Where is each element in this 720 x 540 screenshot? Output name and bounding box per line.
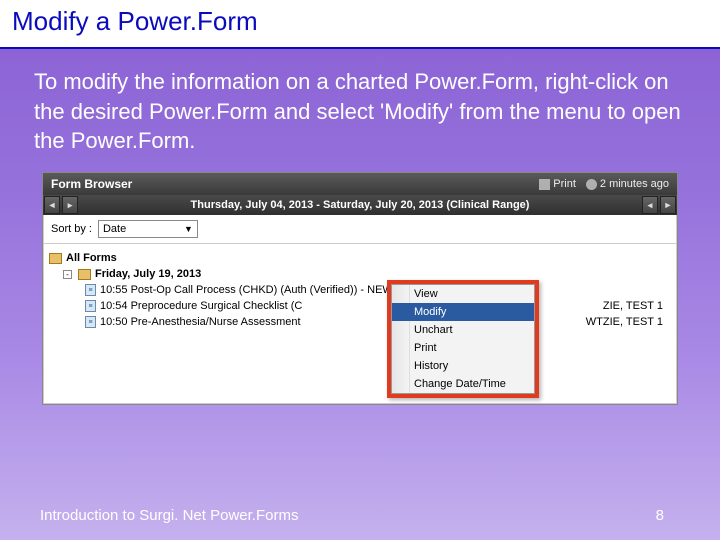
form-icon: ≡ (85, 300, 96, 312)
ctx-label: History (414, 360, 448, 372)
nav-prev-fast-button[interactable]: ◄ (44, 196, 60, 214)
ctx-label: Change Date/Time (414, 378, 506, 390)
tree-day-label: Friday, July 19, 2013 (95, 268, 201, 280)
sort-dropdown[interactable]: Date ▼ (98, 220, 198, 238)
ctx-print[interactable]: Print (392, 339, 534, 357)
date-range-text: Thursday, July 04, 2013 - Saturday, July… (79, 199, 641, 211)
ctx-view[interactable]: View (392, 285, 534, 303)
tree-root-label: All Forms (66, 252, 117, 264)
form-entry[interactable]: ≡ 10:54 Preprocedure Surgical Checklist … (49, 298, 671, 314)
tree-root[interactable]: All Forms (49, 250, 671, 266)
forms-tree: All Forms - Friday, July 19, 2013 ≡ 10:5… (43, 244, 677, 404)
ctx-label: Print (414, 342, 437, 354)
ctx-label: Unchart (414, 324, 453, 336)
form-icon: ≡ (85, 316, 96, 328)
form-entry-extra: ZIE, TEST 1 (603, 300, 663, 312)
tree-day[interactable]: - Friday, July 19, 2013 (49, 266, 671, 282)
sort-label: Sort by : (51, 223, 92, 235)
form-browser-title: Form Browser (51, 177, 132, 191)
sort-row: Sort by : Date ▼ (43, 215, 677, 244)
nav-next-fast-button[interactable]: ► (660, 196, 676, 214)
form-entry-label: 10:54 Preprocedure Surgical Checklist (C (100, 300, 302, 312)
slide-title-bar: Modify a Power.Form (0, 0, 720, 49)
slide-instructions: To modify the information on a charted P… (0, 49, 720, 172)
nav-next-button[interactable]: ◂ (642, 196, 658, 214)
ctx-history[interactable]: History (392, 357, 534, 375)
context-menu: View Modify Unchart Print History Change… (387, 280, 539, 398)
form-browser-header: Form Browser Print 2 minutes ago (43, 173, 677, 195)
print-icon (539, 179, 550, 190)
form-entry-label: 10:50 Pre-Anesthesia/Nurse Assessment (100, 316, 301, 328)
form-icon: ≡ (85, 284, 96, 296)
footer-text: Introduction to Surgi. Net Power.Forms (40, 507, 298, 524)
form-entry-extra: WTZIE, TEST 1 (586, 316, 663, 328)
collapse-icon[interactable]: - (63, 270, 72, 279)
nav-prev-button[interactable]: ▸ (62, 196, 78, 214)
form-entry[interactable]: ≡ 10:50 Pre-Anesthesia/Nurse Assessment … (49, 314, 671, 330)
clock-icon (586, 179, 597, 190)
ctx-label: View (414, 288, 438, 300)
ctx-change-date[interactable]: Change Date/Time (392, 375, 534, 393)
print-button[interactable]: Print (539, 178, 576, 190)
print-label: Print (553, 178, 576, 190)
sort-value: Date (103, 223, 126, 235)
folder-icon (49, 253, 62, 264)
refresh-indicator[interactable]: 2 minutes ago (586, 178, 669, 190)
chevron-down-icon: ▼ (184, 224, 193, 234)
ctx-modify[interactable]: Modify (392, 303, 534, 321)
form-browser-window: Form Browser Print 2 minutes ago ◄ ▸ Thu… (42, 172, 678, 405)
ctx-unchart[interactable]: Unchart (392, 321, 534, 339)
folder-icon (78, 269, 91, 280)
page-number: 8 (656, 507, 664, 524)
slide-footer: Introduction to Surgi. Net Power.Forms 8 (0, 507, 720, 524)
date-range-bar: ◄ ▸ Thursday, July 04, 2013 - Saturday, … (43, 195, 677, 215)
slide-title: Modify a Power.Form (12, 6, 708, 37)
refresh-label: 2 minutes ago (600, 178, 669, 190)
form-entry[interactable]: ≡ 10:55 Post-Op Call Process (CHKD) (Aut… (49, 282, 671, 298)
ctx-label: Modify (414, 306, 446, 318)
